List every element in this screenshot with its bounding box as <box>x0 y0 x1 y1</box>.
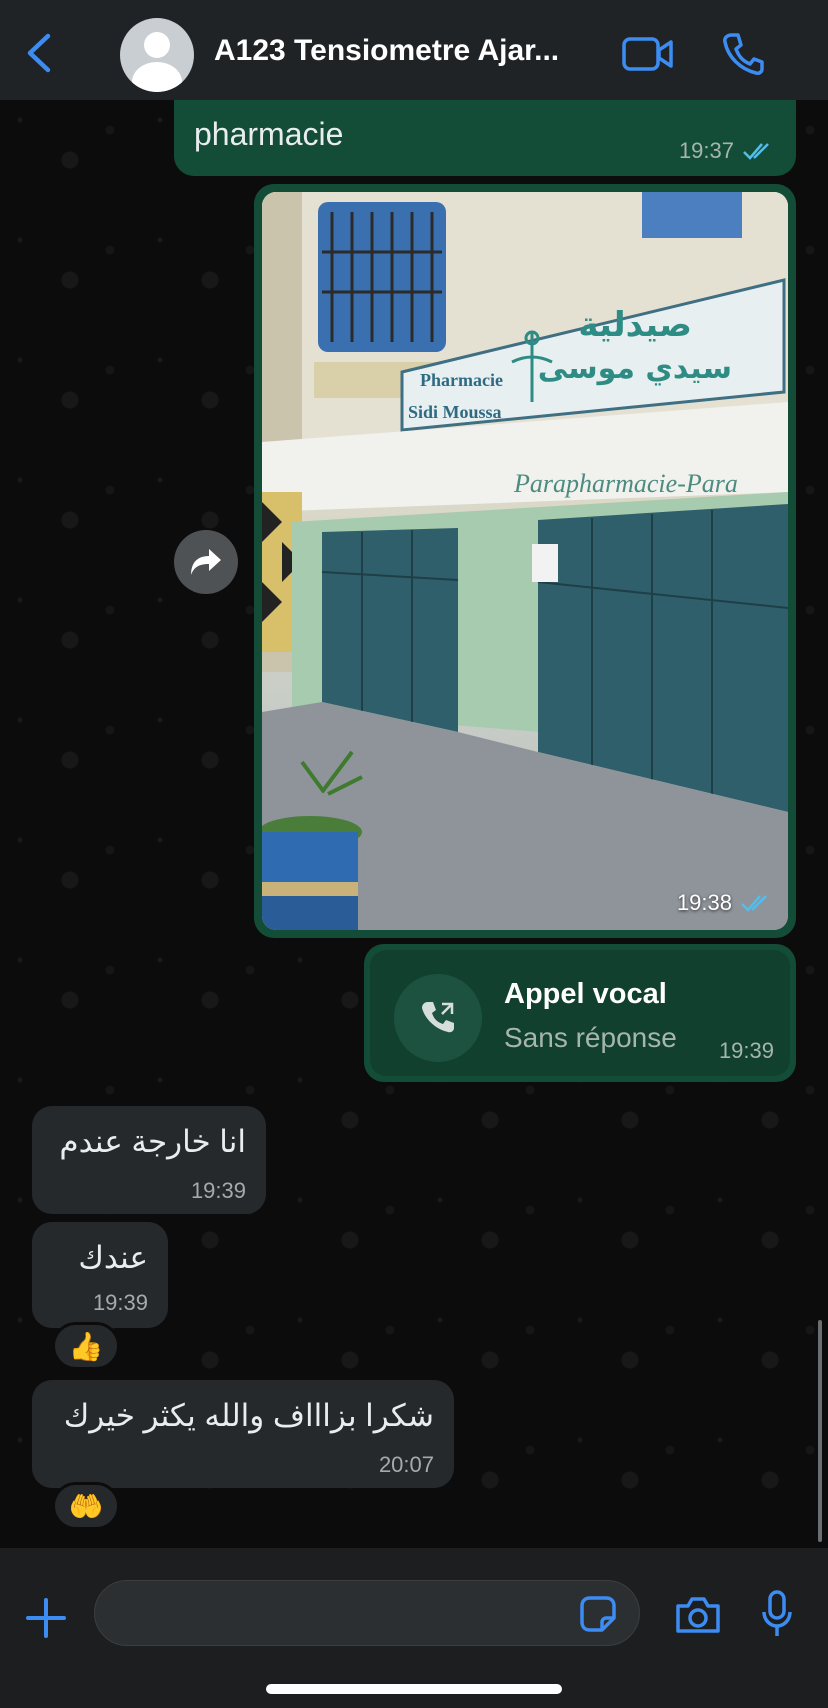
message-time: 19:39 <box>718 1038 774 1063</box>
message-input[interactable] <box>94 1580 640 1646</box>
phone-icon <box>723 33 764 75</box>
wall-text: Parapharmacie-Para <box>513 469 738 498</box>
attach-button[interactable] <box>26 1598 66 1638</box>
sign-text-ar2: سيدي موسى <box>538 351 732 386</box>
missed-call-message[interactable]: Appel vocal Sans réponse 19:39 <box>364 944 796 1082</box>
back-button[interactable] <box>22 32 58 74</box>
call-status: Sans réponse <box>504 1022 677 1053</box>
message-time: 19:39 <box>92 1290 148 1315</box>
message-meta: 19:38 <box>677 890 774 916</box>
chevron-left-icon <box>27 33 51 73</box>
call-card[interactable]: Appel vocal Sans réponse 19:39 <box>370 950 790 1076</box>
forward-arrow-icon <box>191 549 221 575</box>
outgoing-call-icon <box>422 1002 454 1033</box>
sign-text-fr2: Sidi Moussa <box>408 402 502 422</box>
pharmacy-photo[interactable]: Pharmacie Sidi Moussa صيدلية سيدي موسى P… <box>262 192 788 930</box>
video-camera-icon <box>622 37 673 71</box>
photo-scene: Pharmacie Sidi Moussa صيدلية سيدي موسى P… <box>262 192 788 930</box>
read-ticks-icon <box>743 143 769 160</box>
contact-avatar[interactable] <box>120 18 194 92</box>
forward-button[interactable] <box>174 530 238 594</box>
message-meta: 19:37 <box>679 138 776 164</box>
incoming-message[interactable]: شكرا بزاااف والله يكثر خيرك 20:07 <box>32 1380 454 1488</box>
camera-icon <box>676 1597 720 1633</box>
sticker-button[interactable] <box>580 1596 616 1632</box>
sign-text-ar: صيدلية <box>578 305 692 345</box>
home-indicator[interactable] <box>266 1684 562 1694</box>
chat-title[interactable]: A123 Tensiometre Ajar... <box>214 34 594 68</box>
palms-up-icon: 🤲 <box>68 1490 104 1522</box>
avatar-body-shape <box>132 62 182 92</box>
outgoing-photo-message[interactable]: Pharmacie Sidi Moussa صيدلية سيدي موسى P… <box>254 184 796 938</box>
voice-call-button[interactable] <box>722 32 764 76</box>
camera-button[interactable] <box>674 1596 722 1634</box>
incoming-message[interactable]: عندك 19:39 <box>32 1222 168 1328</box>
reaction-palms-up[interactable]: 🤲 <box>52 1482 120 1530</box>
message-time: 19:37 <box>678 138 734 163</box>
message-text: عندك <box>78 1240 148 1275</box>
sign-text-fr: Pharmacie <box>420 370 503 390</box>
video-call-button[interactable] <box>622 36 674 72</box>
reaction-thumbs-up[interactable]: 👍 <box>52 1322 120 1370</box>
chat-scrollbar[interactable] <box>818 1320 822 1542</box>
read-ticks-icon <box>741 895 767 912</box>
thumbs-up-icon: 👍 <box>68 1330 104 1362</box>
message-text: انا خارجة عندم <box>59 1124 246 1159</box>
microphone-button[interactable] <box>762 1590 792 1638</box>
message-text: شكرا بزاااف والله يكثر خيرك <box>63 1398 434 1433</box>
chat-header: A123 Tensiometre Ajar... <box>0 0 828 100</box>
incoming-message[interactable]: انا خارجة عندم 19:39 <box>32 1106 266 1214</box>
microphone-icon <box>762 1590 792 1636</box>
call-icon-circle <box>394 974 482 1062</box>
composer-bar <box>0 1548 828 1708</box>
call-title: Appel vocal <box>504 978 667 1010</box>
message-time: 20:07 <box>378 1452 434 1477</box>
sticker-icon <box>580 1596 616 1632</box>
message-text: pharmacie <box>194 116 344 152</box>
avatar-head-shape <box>144 32 170 58</box>
message-time: 19:38 <box>676 890 732 915</box>
plus-icon <box>26 1598 66 1638</box>
message-time: 19:39 <box>190 1178 246 1203</box>
outgoing-message[interactable]: pharmacie 19:37 <box>174 100 796 176</box>
